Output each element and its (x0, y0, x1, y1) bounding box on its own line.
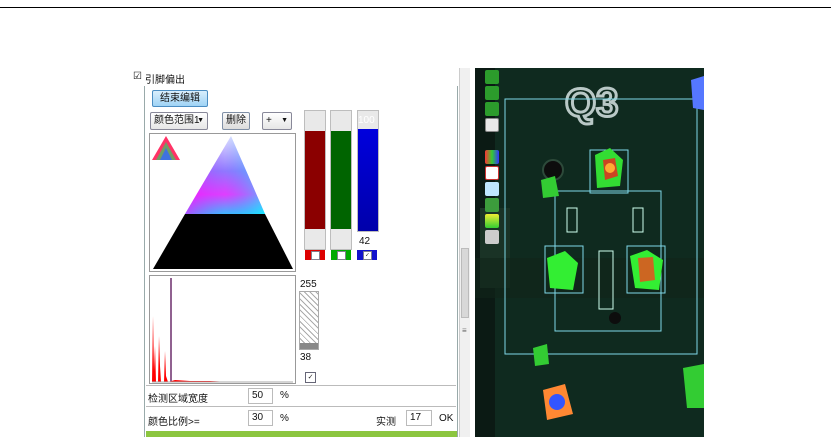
panel-scrollbar[interactable]: ≡ (459, 68, 470, 437)
hist-slider-handle[interactable] (300, 343, 318, 349)
blue-checkbox[interactable]: ✓ (357, 250, 377, 260)
blue-bar[interactable] (357, 110, 379, 232)
list-icon[interactable] (485, 118, 499, 132)
color-triangle-box[interactable] (149, 133, 296, 272)
close-x-icon[interactable] (485, 166, 499, 180)
color-ratio-label: 颜色比例>= (148, 417, 200, 428)
result-status: OK (439, 413, 454, 424)
pcb-graphic: Q3 (475, 68, 704, 437)
arrow-left-icon[interactable] (485, 86, 499, 100)
arrow-down-icon[interactable] (485, 70, 499, 84)
save-icon[interactable] (485, 198, 499, 212)
hist-range-slider[interactable] (299, 291, 319, 350)
arrow-right-icon[interactable] (485, 102, 499, 116)
color-range-select[interactable]: 颜色范围1 ▼ (150, 112, 208, 130)
histogram-graphic (152, 278, 293, 383)
component-label: Q3 (565, 81, 618, 125)
green-checkbox[interactable] (331, 250, 351, 260)
green-bar[interactable] (330, 110, 352, 250)
red-checkbox[interactable] (305, 250, 325, 260)
image-icon[interactable] (485, 182, 499, 196)
hist-lower-value: 38 (300, 352, 312, 363)
status-bar (146, 431, 457, 437)
color-triangle-graphic (152, 136, 293, 269)
color-range-value: 颜色范围1 (154, 115, 200, 126)
delete-button[interactable]: 删除 (222, 112, 250, 130)
palette-icon[interactable] (485, 214, 499, 228)
scroll-thumb[interactable] (461, 248, 469, 318)
grip-icon: ≡ (462, 326, 467, 335)
divider (146, 385, 456, 386)
blue-upper-value: 100 (358, 115, 375, 126)
top-rule (0, 7, 831, 8)
red-bar-fill (305, 131, 325, 229)
section-title: 引脚偏出 (145, 75, 185, 86)
pcb-image[interactable]: Q3 (475, 68, 704, 437)
hist-upper-value: 255 (300, 279, 317, 290)
histogram-icon[interactable] (485, 150, 499, 164)
image-toolbar (483, 68, 501, 248)
histogram[interactable] (149, 275, 296, 384)
detect-width-input[interactable]: 50 (248, 388, 273, 404)
chevron-down-icon: ▼ (197, 117, 204, 124)
color-ratio-input[interactable]: 30 (248, 410, 273, 426)
settings-icon[interactable] (485, 230, 499, 244)
divider (146, 406, 456, 407)
red-bar[interactable] (304, 110, 326, 250)
add-select[interactable]: + ▼ (262, 112, 292, 130)
green-bar-fill (331, 131, 351, 229)
actual-value: 17 (406, 410, 432, 426)
blue-bar-fill (358, 129, 378, 231)
end-edit-button[interactable]: 结束编辑 (152, 90, 208, 107)
chevron-down-icon: ▼ (281, 117, 288, 124)
actual-label: 实测 (376, 417, 396, 428)
pin-offset-checkbox[interactable]: ☑ (133, 71, 142, 82)
add-value: + (266, 115, 272, 126)
detect-width-unit: % (280, 390, 289, 401)
color-ratio-unit: % (280, 413, 289, 424)
blue-lower-value: 42 (359, 236, 371, 247)
hist-checkbox[interactable]: ✓ (305, 372, 316, 383)
detect-width-label: 检测区域宽度 (148, 394, 208, 405)
